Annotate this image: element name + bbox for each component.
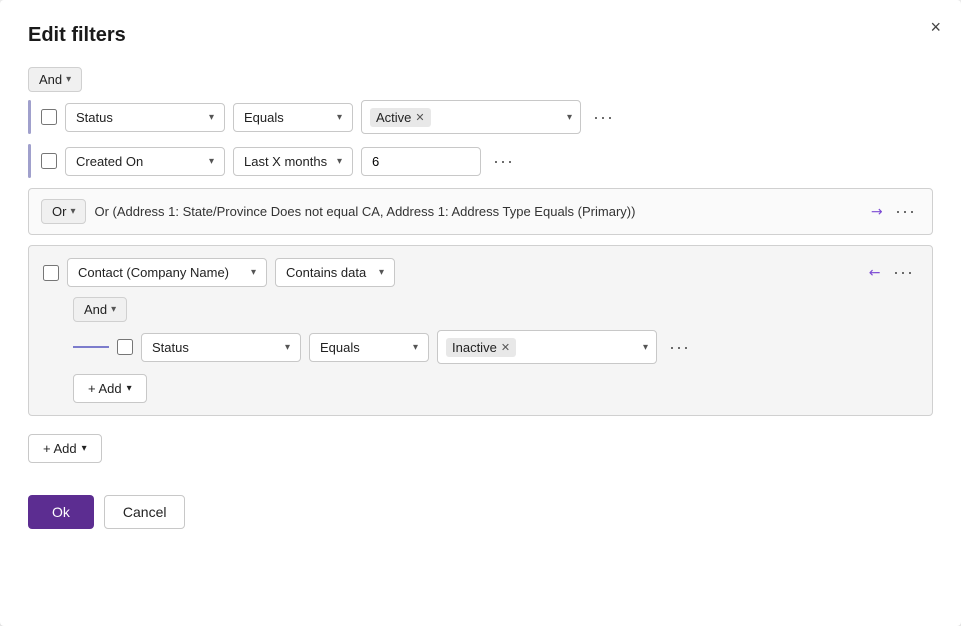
row1-operator-dropdown[interactable]: Equals ▾ <box>233 103 353 132</box>
row2-field-dropdown[interactable]: Created On ▾ <box>65 147 225 176</box>
nested-group-header: Contact (Company Name) ▾ Contains data ▾… <box>43 258 918 287</box>
nested-add-row: + Add ▾ <box>73 374 918 403</box>
or-group-expand-icon[interactable]: ↗ <box>867 201 887 221</box>
bottom-add-row: + Add ▾ <box>28 434 933 463</box>
dialog-title: Edit filters <box>28 24 933 47</box>
top-and-pill[interactable]: And ▾ <box>28 67 82 92</box>
dialog-footer: Ok Cancel <box>28 495 933 529</box>
bottom-add-button[interactable]: + Add ▾ <box>28 434 102 463</box>
nested-row-more-button[interactable]: ··· <box>665 335 694 360</box>
nested-filter-row-status: Status ▾ Equals ▾ Inactive ✕ ▾ ·· <box>73 330 918 364</box>
or-pill-chevron: ▾ <box>70 206 75 217</box>
row1-field-dropdown[interactable]: Status ▾ <box>65 103 225 132</box>
filters-area: And ▾ Status ▾ Equals ▾ Active ✕ ▾ <box>28 67 933 487</box>
nested-row-operator-dropdown[interactable]: Equals ▾ <box>309 333 429 362</box>
row1-more-button[interactable]: ··· <box>589 105 618 130</box>
nested-operator-dropdown[interactable]: Contains data ▾ <box>275 258 395 287</box>
nested-group-checkbox[interactable] <box>43 265 59 281</box>
nested-row-connector <box>73 346 109 348</box>
top-and-chevron: ▾ <box>66 74 71 85</box>
or-group: Or ▾ Or (Address 1: State/Province Does … <box>28 188 933 235</box>
nested-and-row: And ▾ <box>73 297 918 322</box>
or-group-description: Or (Address 1: State/Province Does not e… <box>94 204 863 219</box>
row2-checkbox[interactable] <box>41 153 57 169</box>
nested-group: Contact (Company Name) ▾ Contains data ▾… <box>28 245 933 416</box>
row2-more-button[interactable]: ··· <box>489 149 518 174</box>
nested-row-field-chevron: ▾ <box>285 342 290 353</box>
nested-row-value-wrap[interactable]: Inactive ✕ ▾ <box>437 330 657 364</box>
close-button[interactable]: × <box>930 18 941 36</box>
nested-group-more-button[interactable]: ··· <box>889 260 918 285</box>
edit-filters-dialog: Edit filters × And ▾ Status ▾ Equals ▾ <box>0 0 961 626</box>
filter-row-created-on: Created On ▾ Last X months ▾ ··· <box>28 144 933 178</box>
bottom-add-chevron: ▾ <box>82 443 87 454</box>
nested-row-checkbox[interactable] <box>117 339 133 355</box>
filter-row-status: Status ▾ Equals ▾ Active ✕ ▾ ··· <box>28 100 933 134</box>
nested-row-value-tag: Inactive ✕ <box>446 338 516 357</box>
ok-button[interactable]: Ok <box>28 495 94 529</box>
nested-group-shrink-icon[interactable]: ↙ <box>865 262 885 282</box>
nested-field-dropdown[interactable]: Contact (Company Name) ▾ <box>67 258 267 287</box>
row1-tag-close[interactable]: ✕ <box>415 111 424 124</box>
nested-group-body: And ▾ Status ▾ Equals ▾ <box>43 297 918 403</box>
cancel-button[interactable]: Cancel <box>104 495 186 529</box>
nested-row-value-chevron[interactable]: ▾ <box>643 342 648 353</box>
row-connector-bar <box>28 100 31 134</box>
nested-row-operator-chevron: ▾ <box>413 342 418 353</box>
nested-add-chevron: ▾ <box>127 383 132 394</box>
nested-and-chevron: ▾ <box>111 304 116 315</box>
row2-operator-dropdown[interactable]: Last X months ▾ <box>233 147 353 176</box>
nested-field-chevron: ▾ <box>251 267 256 278</box>
row1-checkbox[interactable] <box>41 109 57 125</box>
row1-field-chevron: ▾ <box>209 112 214 123</box>
nested-add-button[interactable]: + Add ▾ <box>73 374 147 403</box>
or-group-header: Or ▾ Or (Address 1: State/Province Does … <box>29 189 932 234</box>
nested-operator-chevron: ▾ <box>379 267 384 278</box>
row2-connector-bar <box>28 144 31 178</box>
row1-operator-chevron: ▾ <box>337 112 342 123</box>
nested-and-pill[interactable]: And ▾ <box>73 297 127 322</box>
row2-value-input[interactable] <box>361 147 481 176</box>
or-group-more-button[interactable]: ··· <box>891 199 920 224</box>
row1-value-tag: Active ✕ <box>370 108 431 127</box>
or-pill[interactable]: Or ▾ <box>41 199 86 224</box>
top-logic-row: And ▾ <box>28 67 933 92</box>
nested-row-field-dropdown[interactable]: Status ▾ <box>141 333 301 362</box>
row1-value-wrap[interactable]: Active ✕ ▾ <box>361 100 581 134</box>
row2-field-chevron: ▾ <box>209 156 214 167</box>
nested-row-tag-close[interactable]: ✕ <box>501 341 510 354</box>
row2-operator-chevron: ▾ <box>337 156 342 167</box>
row1-value-chevron[interactable]: ▾ <box>567 112 572 123</box>
